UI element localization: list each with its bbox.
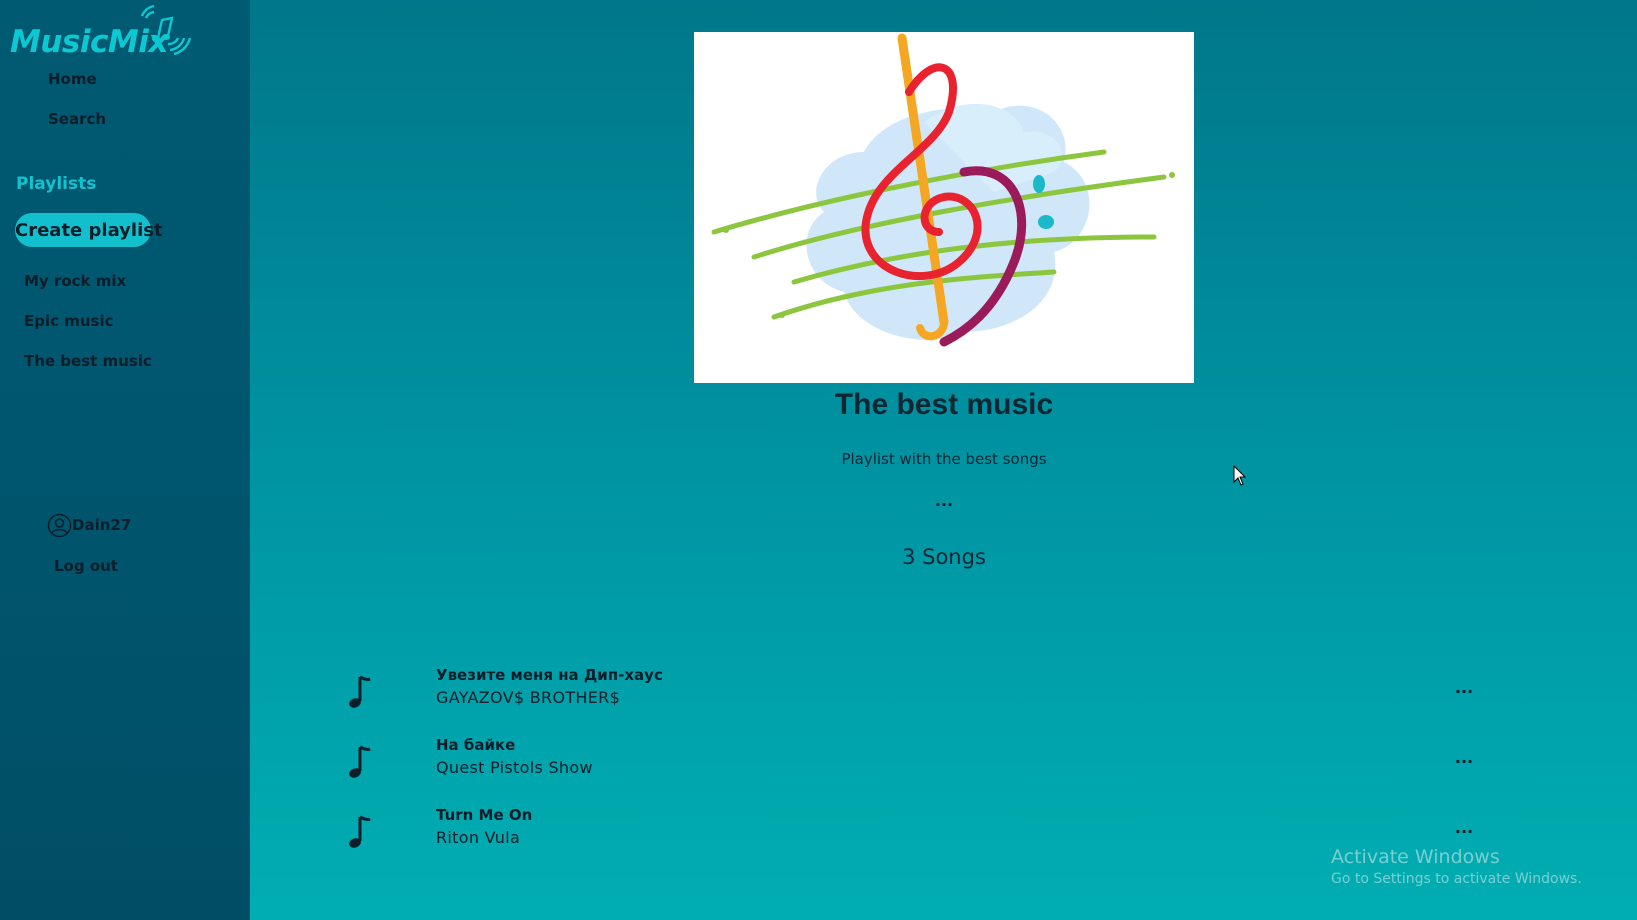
logout-link[interactable]: Log out [54, 557, 118, 575]
sidebar-playlist-epic-music[interactable]: Epic music [24, 312, 114, 330]
logo[interactable]: MusicMix [10, 4, 192, 62]
music-note-icon [349, 815, 371, 848]
user-avatar-icon [47, 513, 72, 537]
song-row[interactable]: На байке Quest Pistols Show ... [340, 736, 1490, 792]
watermark-title: Activate Windows [1331, 846, 1500, 868]
song-artist: Quest Pistols Show [436, 758, 593, 777]
sidebar-playlist-my-rock-mix[interactable]: My rock mix [24, 272, 126, 290]
music-waves-icon [140, 4, 192, 56]
music-note-icon [349, 745, 371, 778]
song-title: На байке [436, 736, 516, 754]
treble-clef-art [711, 33, 1175, 347]
song-title: Turn Me On [436, 806, 533, 824]
sidebar: MusicMix Home Search Playlists Create pl… [0, 0, 250, 920]
song-artist: Riton Vula [436, 828, 521, 847]
user-profile[interactable]: Dain27 [47, 512, 131, 538]
song-artist: GAYAZOV$ BROTHER$ [436, 688, 621, 707]
playlist-title: The best music [834, 388, 1054, 421]
playlist-cover-image [694, 32, 1194, 383]
playlists-heading: Playlists [16, 174, 97, 194]
mouse-cursor-icon [1233, 465, 1247, 486]
song-title: Увезите меня на Дип-хаус [436, 666, 663, 684]
playlist-description: Playlist with the best songs [841, 450, 1047, 468]
activate-windows-watermark: Activate Windows Go to Settings to activ… [1331, 846, 1582, 887]
create-playlist-button[interactable]: Create playlist [15, 213, 163, 247]
username: Dain27 [72, 516, 132, 534]
song-more-button[interactable]: ... [1450, 678, 1478, 697]
song-count: 3 Songs [902, 545, 986, 569]
song-row[interactable]: Turn Me On Riton Vula ... [340, 806, 1490, 862]
song-more-button[interactable]: ... [1450, 748, 1478, 767]
watermark-subtitle: Go to Settings to activate Windows. [1331, 871, 1582, 887]
playlist-more-button[interactable]: ... [919, 493, 969, 509]
nav-home[interactable]: Home [48, 70, 97, 88]
music-note-icon [349, 675, 371, 708]
sidebar-playlist-the-best-music[interactable]: The best music [24, 352, 152, 370]
song-row[interactable]: Увезите меня на Дип-хаус GAYAZOV$ BROTHE… [340, 666, 1490, 722]
song-more-button[interactable]: ... [1450, 818, 1478, 837]
nav-search[interactable]: Search [48, 110, 106, 128]
